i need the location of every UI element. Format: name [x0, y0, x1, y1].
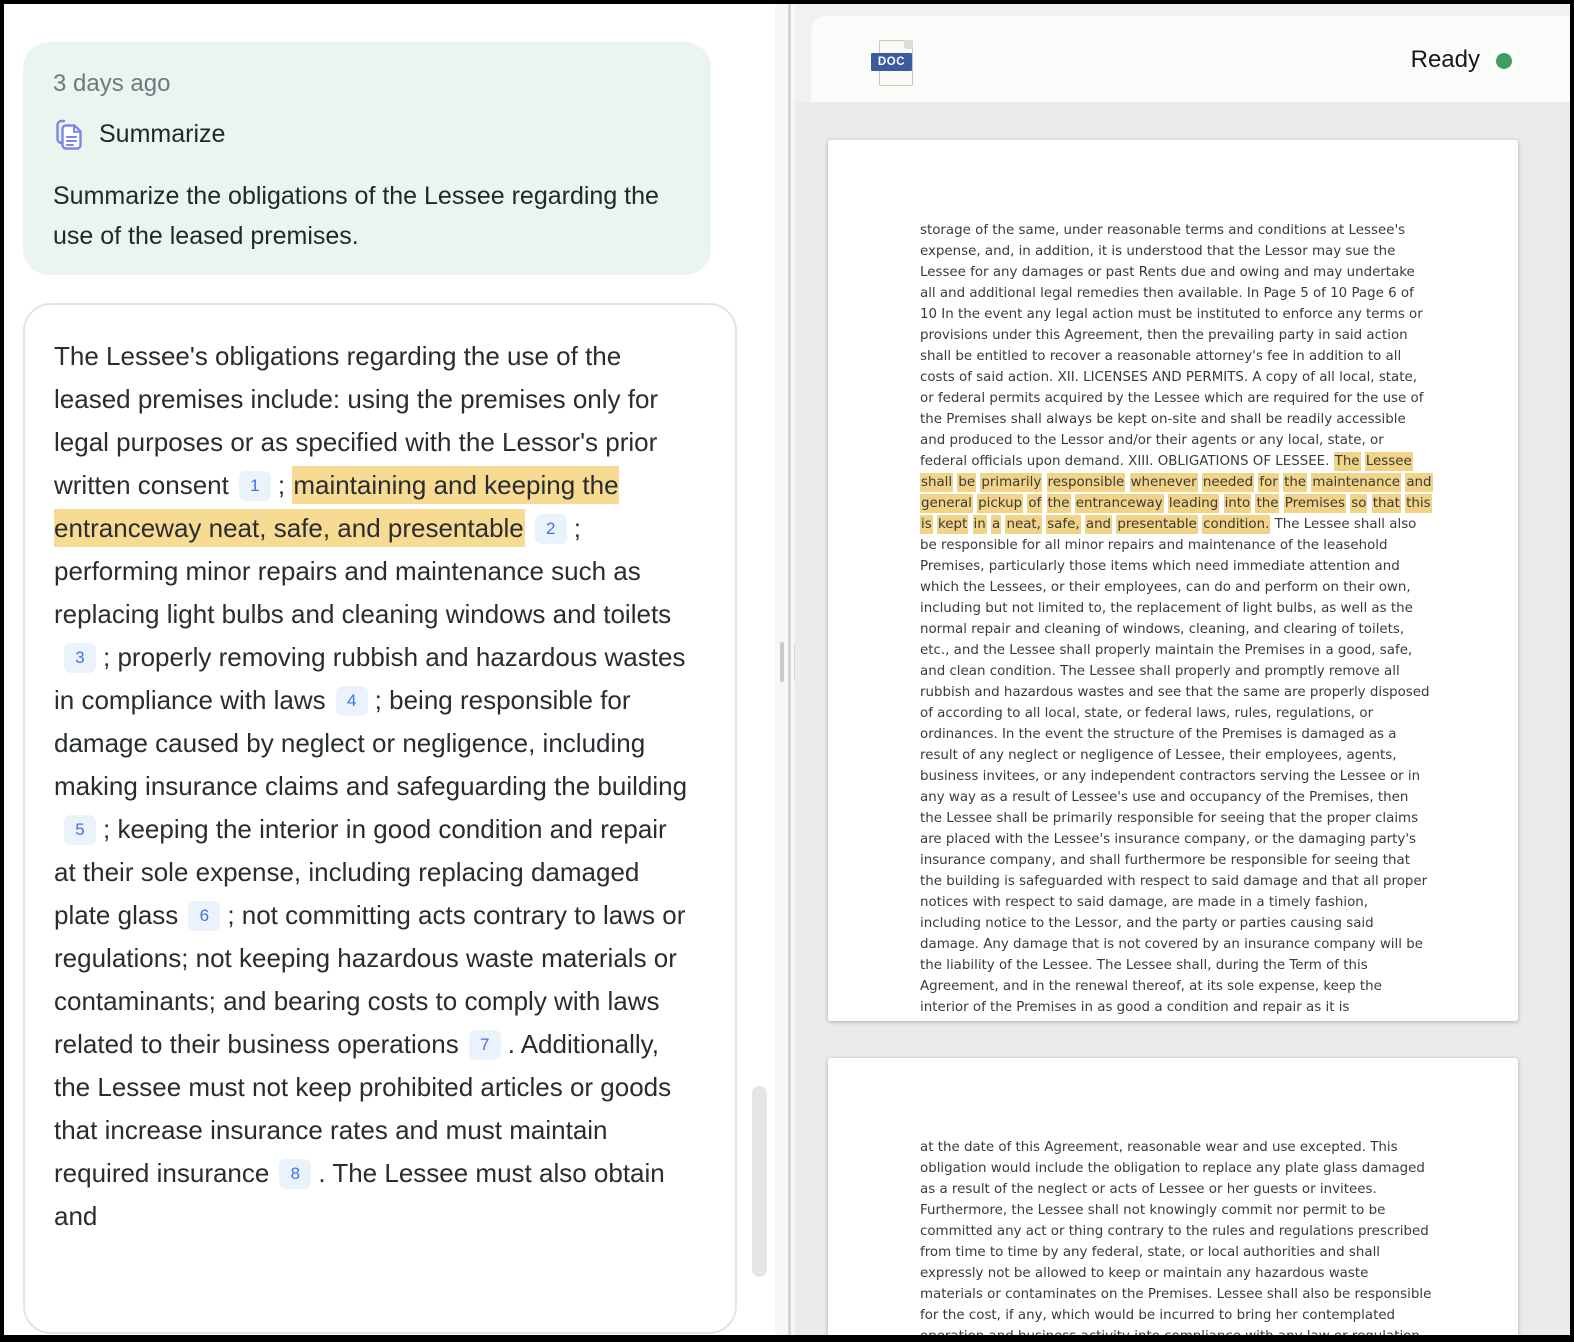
highlighted-word: that: [1372, 494, 1401, 513]
highlighted-word: neat,: [1005, 515, 1041, 534]
highlighted-word: responsible: [1047, 473, 1126, 492]
document-page-2: at the date of this Agreement, reasonabl…: [828, 1058, 1518, 1335]
highlighted-word: is: [920, 515, 933, 534]
highlighted-word: this: [1405, 494, 1431, 513]
highlighted-word: general: [920, 494, 973, 513]
highlighted-word: the: [1283, 473, 1307, 492]
highlighted-word: Premises: [1284, 494, 1346, 513]
citation-chip[interactable]: 1: [239, 471, 271, 501]
page-2-text: at the date of this Agreement, reasonabl…: [828, 1058, 1518, 1335]
answer-card: The Lessee's obligations regarding the u…: [23, 303, 737, 1334]
highlighted-word: kept: [937, 515, 968, 534]
highlighted-word: condition.: [1202, 515, 1270, 534]
status-text: Ready: [1411, 46, 1480, 74]
highlighted-word: the: [1047, 494, 1071, 513]
divider-drag-handle-left[interactable]: [780, 642, 784, 682]
highlighted-word: so: [1350, 494, 1367, 513]
highlighted-text: maintaining and keeping the entranceway …: [54, 466, 619, 547]
summarize-action-row: Summarize: [53, 116, 681, 152]
app-root: 3 days ago Summarize Summarize the oblig…: [4, 4, 1570, 1335]
highlighted-word: primarily: [980, 473, 1042, 492]
citation-chip[interactable]: 7: [469, 1030, 501, 1060]
highlighted-word: maintenance: [1311, 473, 1401, 492]
citation-chip[interactable]: 6: [188, 901, 220, 931]
question-text: Summarize the obligations of the Lessee …: [53, 176, 681, 256]
highlighted-word: needed: [1202, 473, 1254, 492]
doc-banner-label: DOC: [871, 53, 912, 71]
citation-chip[interactable]: 2: [535, 514, 567, 544]
highlighted-word: be: [957, 473, 976, 492]
highlighted-word: and: [1085, 515, 1112, 534]
chat-panel: 3 days ago Summarize Summarize the oblig…: [4, 4, 775, 1335]
highlighted-word: leading: [1168, 494, 1219, 513]
highlighted-word: a: [991, 515, 1001, 534]
highlighted-word: of: [1027, 494, 1042, 513]
panel-divider: [775, 4, 795, 1335]
chat-scrollbar-thumb[interactable]: [752, 1086, 767, 1277]
highlighted-word: into: [1224, 494, 1252, 513]
document-page-1: storage of the same, under reasonable te…: [828, 140, 1518, 1021]
question-card: 3 days ago Summarize Summarize the oblig…: [23, 42, 711, 275]
highlighted-word: presentable: [1116, 515, 1198, 534]
highlighted-word: The: [1334, 452, 1361, 471]
page-1-text: storage of the same, under reasonable te…: [828, 140, 1518, 1018]
page-fold-corner: [904, 40, 913, 49]
panel-divider-line: [788, 4, 791, 1335]
summarize-copy-doc-icon: [53, 116, 85, 152]
citation-chip[interactable]: 4: [336, 686, 368, 716]
highlighted-word: entranceway: [1075, 494, 1164, 513]
document-viewer-panel: storage of the same, under reasonable te…: [795, 4, 1570, 1335]
highlighted-word: the: [1255, 494, 1279, 513]
highlighted-word: Lessee: [1365, 452, 1413, 471]
doc-file-icon: DOC: [871, 38, 915, 88]
citation-chip[interactable]: 5: [64, 815, 96, 845]
timestamp: 3 days ago: [53, 70, 681, 98]
citation-chip[interactable]: 8: [279, 1159, 311, 1189]
highlighted-word: shall: [920, 473, 953, 492]
action-label: Summarize: [99, 120, 225, 149]
viewer-header: DOC Ready: [811, 16, 1570, 102]
highlighted-word: in: [973, 515, 987, 534]
answer-text: The Lessee's obligations regarding the u…: [25, 305, 735, 1238]
highlighted-word: whenever: [1130, 473, 1198, 492]
status-dot: [1496, 53, 1512, 69]
highlighted-word: for: [1258, 473, 1278, 492]
highlighted-word: pickup: [977, 494, 1023, 513]
page-area: storage of the same, under reasonable te…: [795, 102, 1570, 1335]
highlighted-word: and: [1405, 473, 1432, 492]
citation-chip[interactable]: 3: [64, 643, 96, 673]
highlighted-word: safe,: [1046, 515, 1080, 534]
